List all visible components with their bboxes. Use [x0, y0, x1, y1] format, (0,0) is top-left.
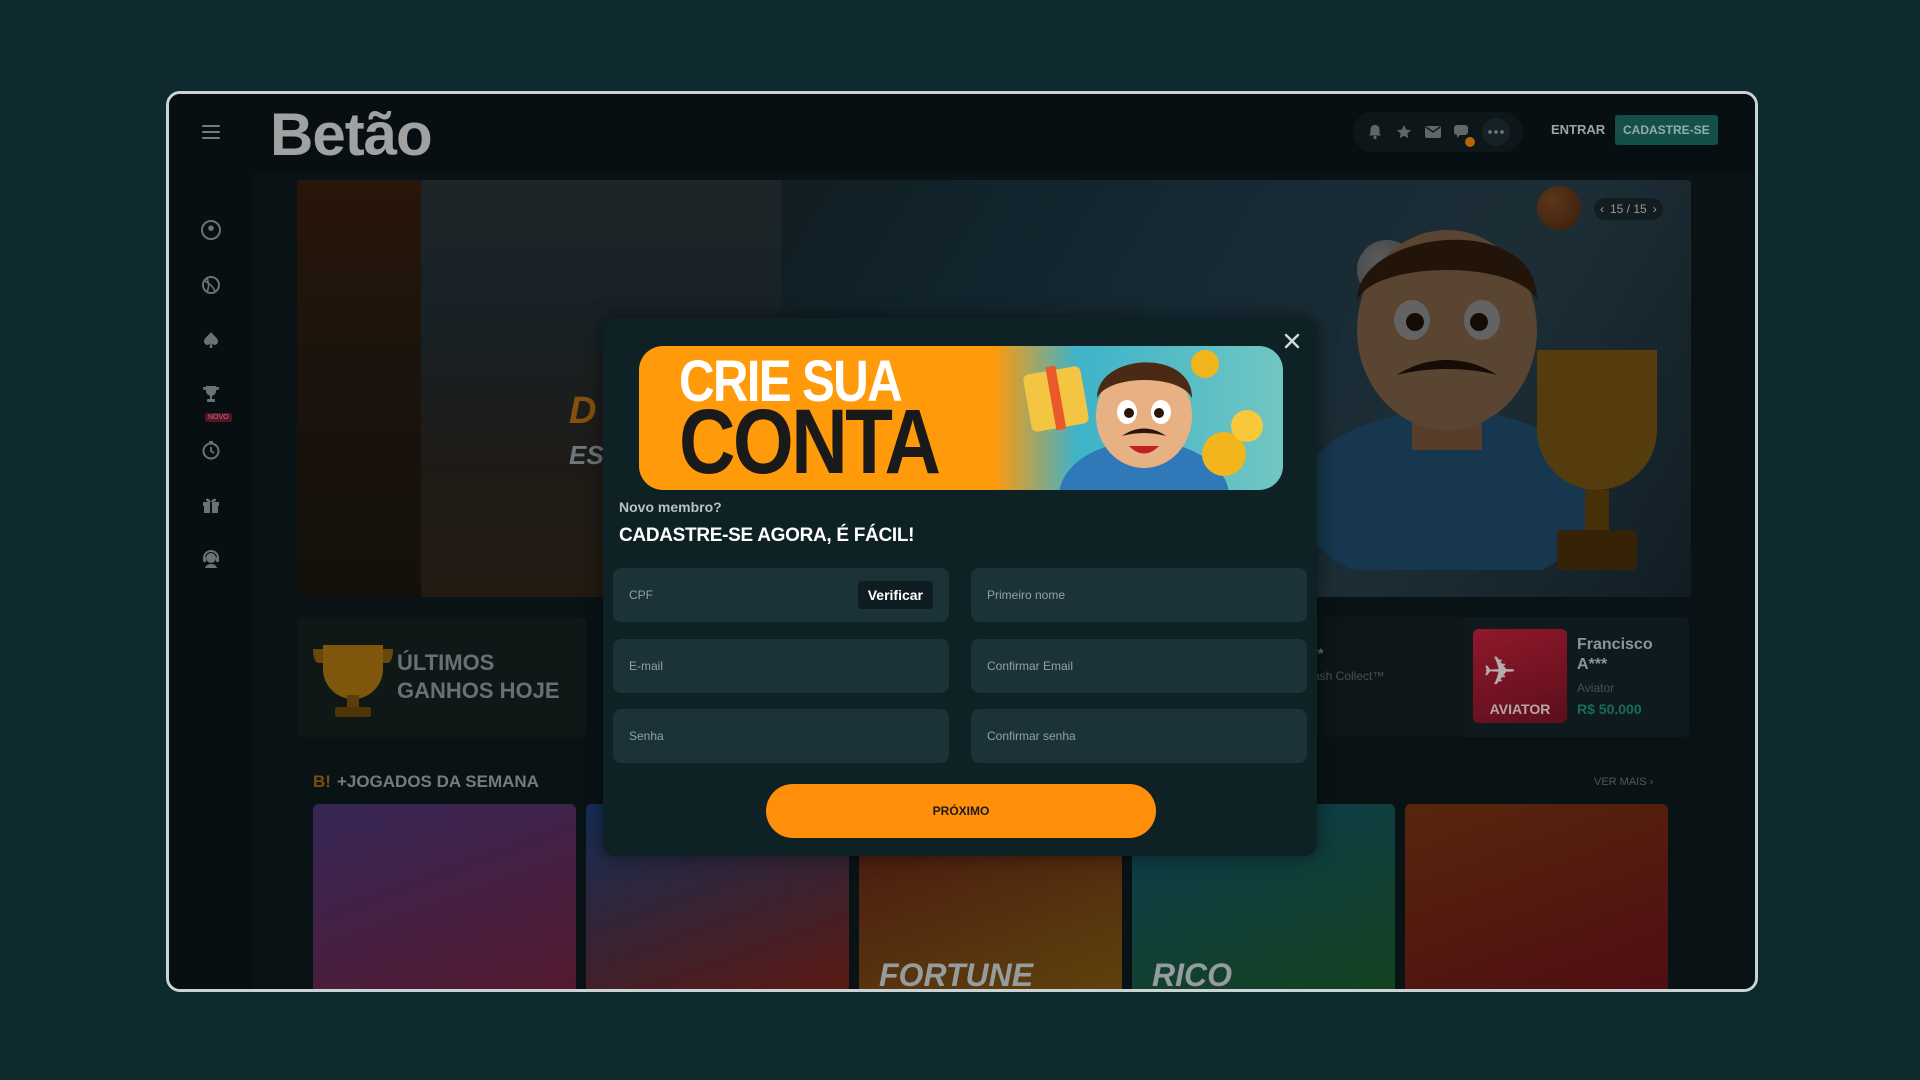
confirm-password-field[interactable]: [971, 709, 1307, 763]
password-input[interactable]: [627, 728, 935, 744]
register-modal: CRIE SUA CONTA Novo membro? CADASTRE-SE …: [603, 318, 1317, 856]
verify-cpf-button[interactable]: Verificar: [857, 581, 933, 609]
app-background: Betão ENTRAR CADASTRE-SE NOVO D ES ‹ 15 …: [169, 94, 1755, 989]
promo-banner: CRIE SUA CONTA: [639, 346, 1283, 490]
confirm-password-input[interactable]: [985, 728, 1293, 744]
modal-title: CADASTRE-SE AGORA, É FÁCIL!: [619, 525, 915, 546]
promo-title-line2: CONTA: [679, 391, 941, 490]
email-input[interactable]: [627, 658, 935, 674]
first-name-input[interactable]: [985, 587, 1293, 603]
close-icon[interactable]: [1281, 330, 1303, 352]
confirm-email-field[interactable]: [971, 639, 1307, 693]
first-name-field[interactable]: [971, 568, 1307, 622]
app-window: Betão ENTRAR CADASTRE-SE NOVO D ES ‹ 15 …: [166, 91, 1758, 992]
modal-subtitle: Novo membro?: [619, 499, 722, 515]
confirm-email-input[interactable]: [985, 658, 1293, 674]
mascot-illustration: [1023, 350, 1263, 490]
password-field[interactable]: [613, 709, 949, 763]
next-button[interactable]: PRÓXIMO: [766, 784, 1156, 838]
cpf-field[interactable]: Verificar: [613, 568, 949, 622]
email-field[interactable]: [613, 639, 949, 693]
